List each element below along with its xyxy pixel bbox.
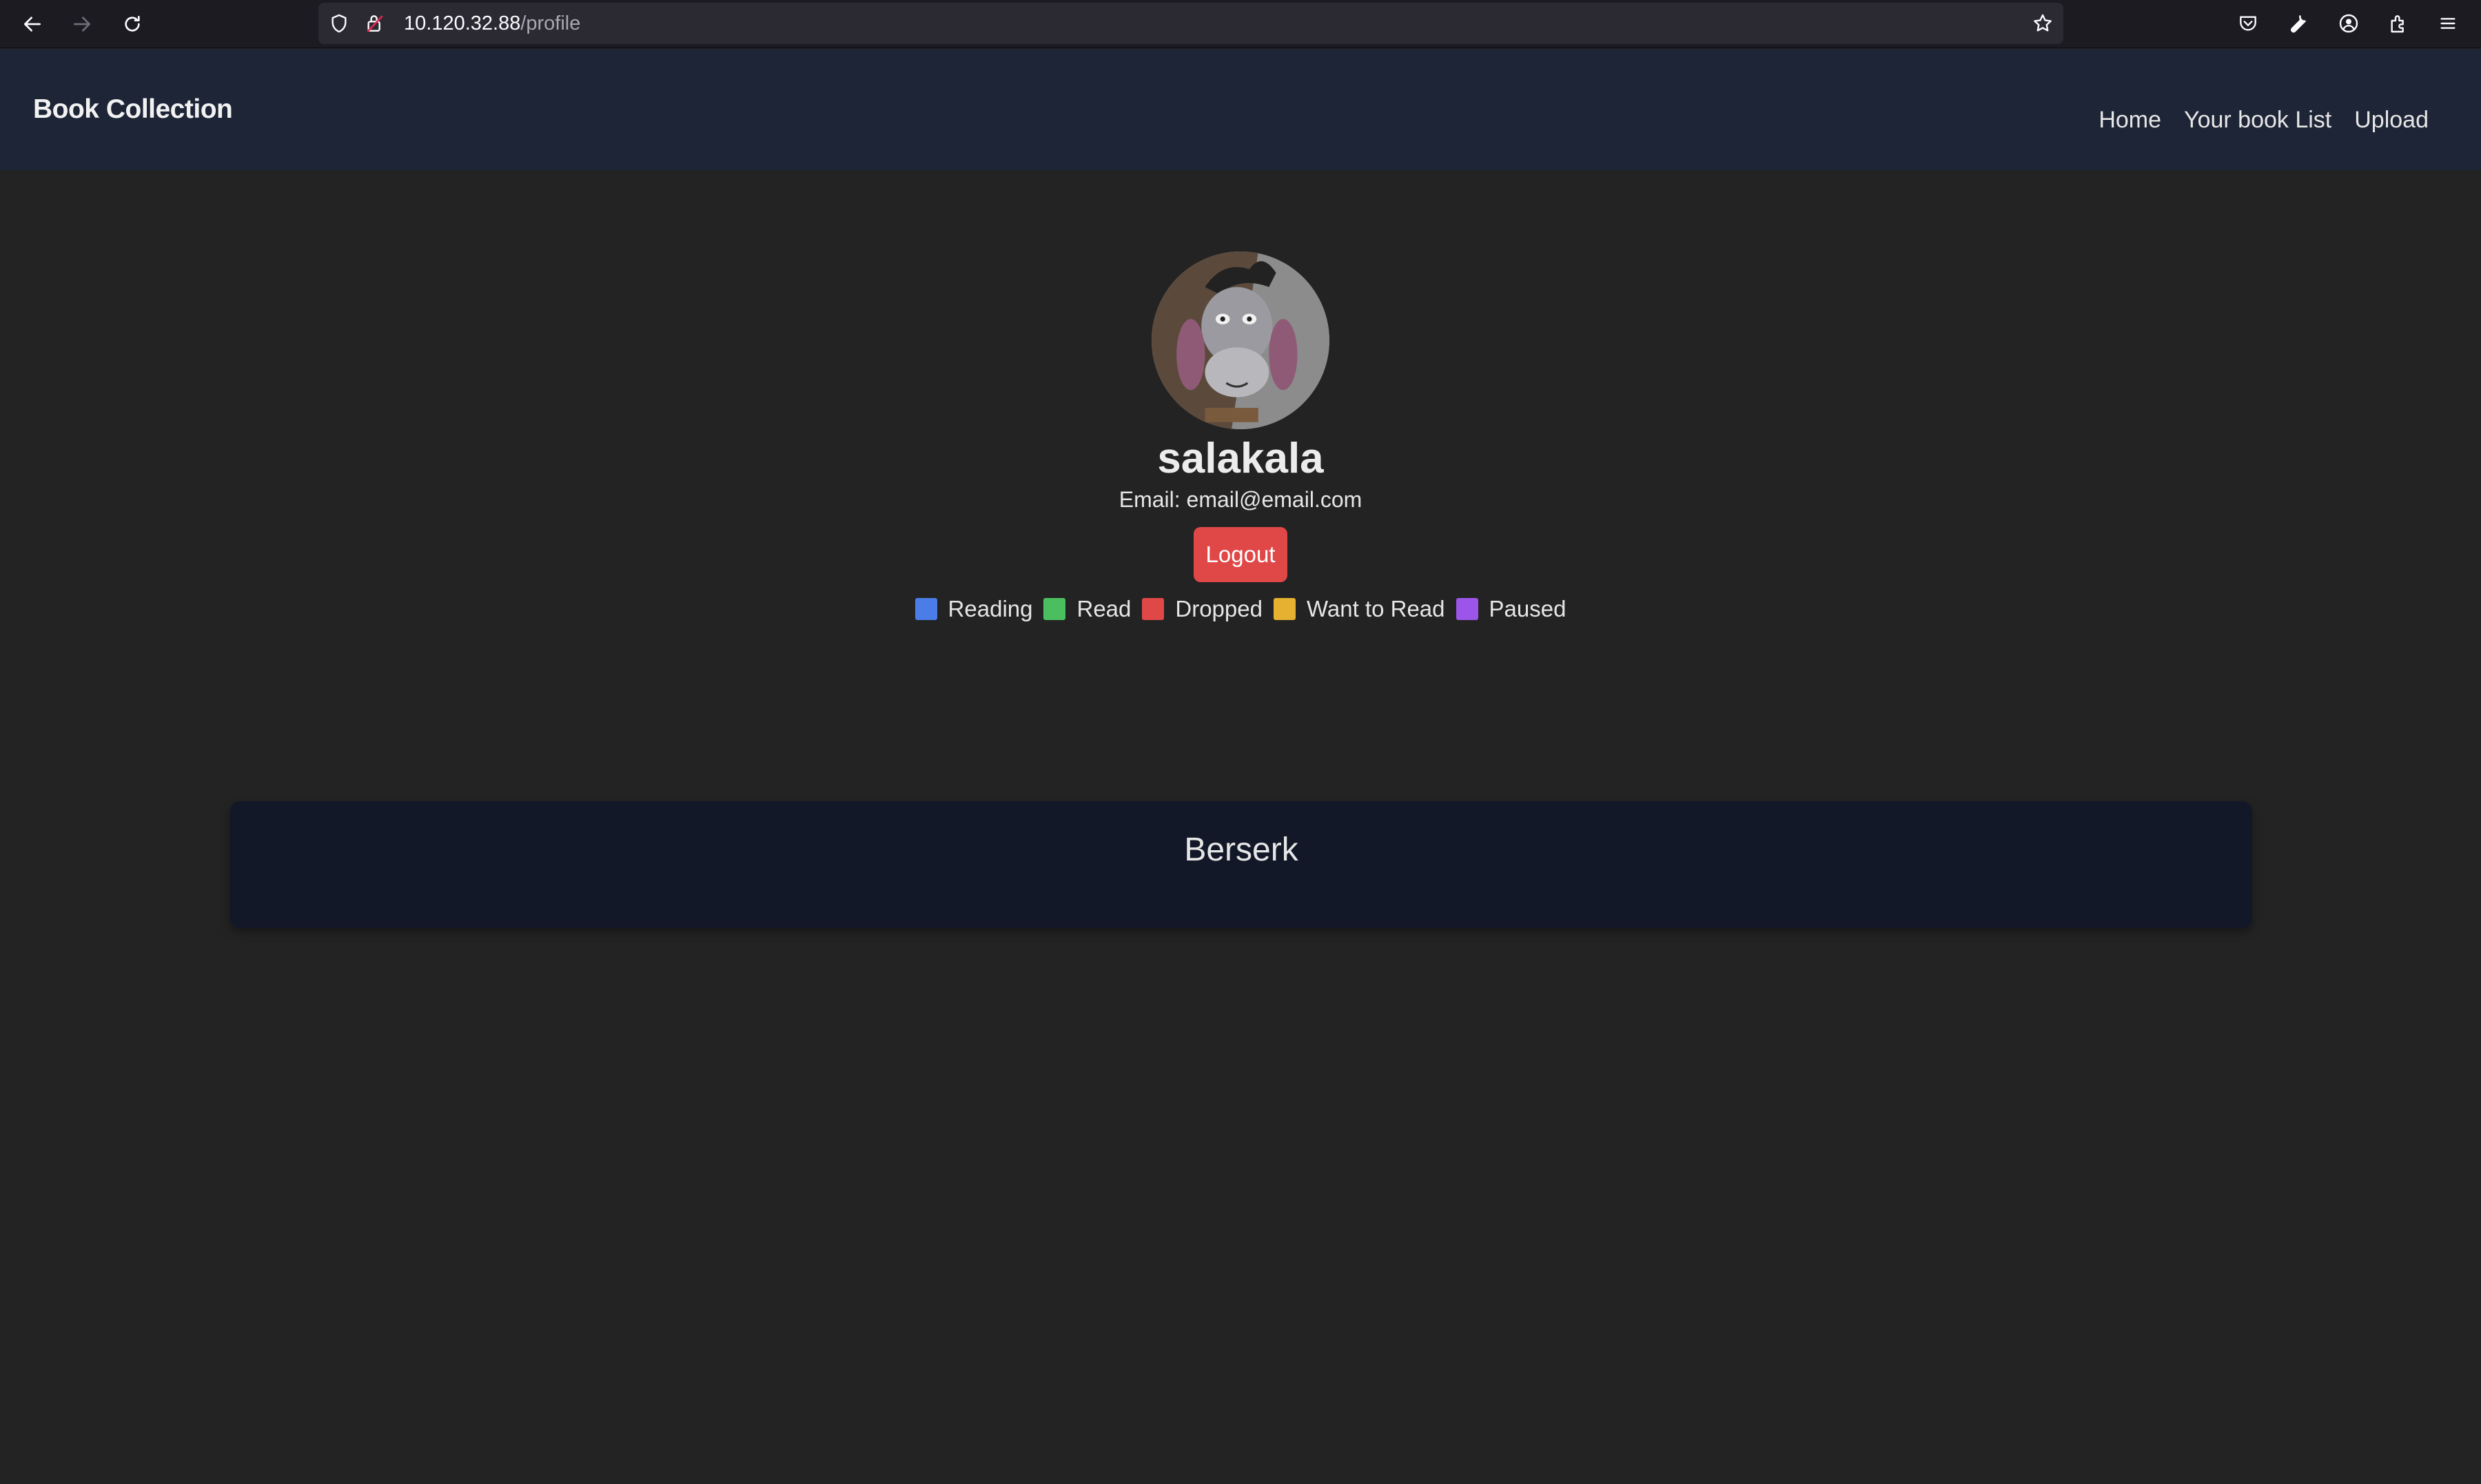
legend-swatch-want-to-read: [1273, 598, 1296, 620]
reload-button[interactable]: [115, 7, 150, 41]
legend-swatch-paused: [1456, 598, 1478, 620]
legend-item-reading: Reading: [915, 596, 1033, 622]
username: salakala: [1157, 435, 1324, 482]
legend-label-want-to-read: Want to Read: [1306, 596, 1445, 621]
wrench-icon[interactable]: [2284, 10, 2311, 37]
back-arrow-icon: [24, 17, 41, 32]
legend-item-read: Read: [1043, 596, 1131, 622]
url-path: /profile: [520, 12, 581, 34]
book-card[interactable]: Berserk: [230, 801, 2252, 928]
brand-logo[interactable]: Book Collection: [33, 94, 233, 125]
legend-item-dropped: Dropped: [1142, 596, 1263, 622]
nav-home-link[interactable]: Home: [2099, 107, 2161, 134]
legend-swatch-reading: [915, 598, 937, 620]
account-icon[interactable]: [2335, 10, 2362, 37]
legend-item-want-to-read: Want to Read: [1273, 596, 1445, 622]
legend-swatch-read: [1043, 598, 1066, 620]
legend-label-dropped: Dropped: [1175, 596, 1263, 621]
email-text: Email: email@email.com: [1119, 487, 1362, 512]
forward-button[interactable]: [65, 7, 99, 41]
logout-button[interactable]: Logout: [1193, 527, 1288, 582]
legend-item-paused: Paused: [1456, 596, 1566, 622]
legend-label-paused: Paused: [1489, 596, 1566, 621]
legend-swatch-dropped: [1142, 598, 1165, 620]
book-title[interactable]: Berserk: [230, 831, 2252, 869]
nav-upload-link[interactable]: Upload: [2354, 107, 2429, 134]
donkey-avatar-icon: [1152, 251, 1329, 429]
url-text[interactable]: 10.120.32.88/profile: [404, 12, 580, 35]
status-legend: Reading Read Dropped Want to Read Paused: [915, 596, 1566, 622]
back-button[interactable]: [15, 7, 50, 41]
pocket-icon[interactable]: [2234, 10, 2262, 37]
bookmark-star-icon[interactable]: [2032, 12, 2054, 34]
extensions-icon[interactable]: [2385, 10, 2412, 37]
avatar: [1152, 251, 1329, 429]
url-host: 10.120.32.88: [404, 12, 521, 34]
reload-icon: [125, 16, 140, 32]
menu-icon[interactable]: [2434, 10, 2462, 37]
site-navbar: Book Collection Home Your book List Uplo…: [0, 49, 2481, 170]
shield-icon[interactable]: [328, 12, 350, 34]
browser-toolbar: 10.120.32.88/profile: [0, 0, 2481, 48]
profile-section: salakala Email: email@email.com Logout R…: [0, 251, 2481, 622]
legend-label-reading: Reading: [948, 596, 1033, 621]
legend-label-read: Read: [1076, 596, 1132, 621]
nav-links: Home Your book List Upload: [2099, 107, 2429, 134]
forward-arrow-icon: [74, 17, 90, 32]
url-bar[interactable]: 10.120.32.88/profile: [318, 3, 2063, 44]
insecure-lock-icon[interactable]: [364, 12, 386, 34]
nav-book-list-link[interactable]: Your book List: [2184, 107, 2331, 134]
